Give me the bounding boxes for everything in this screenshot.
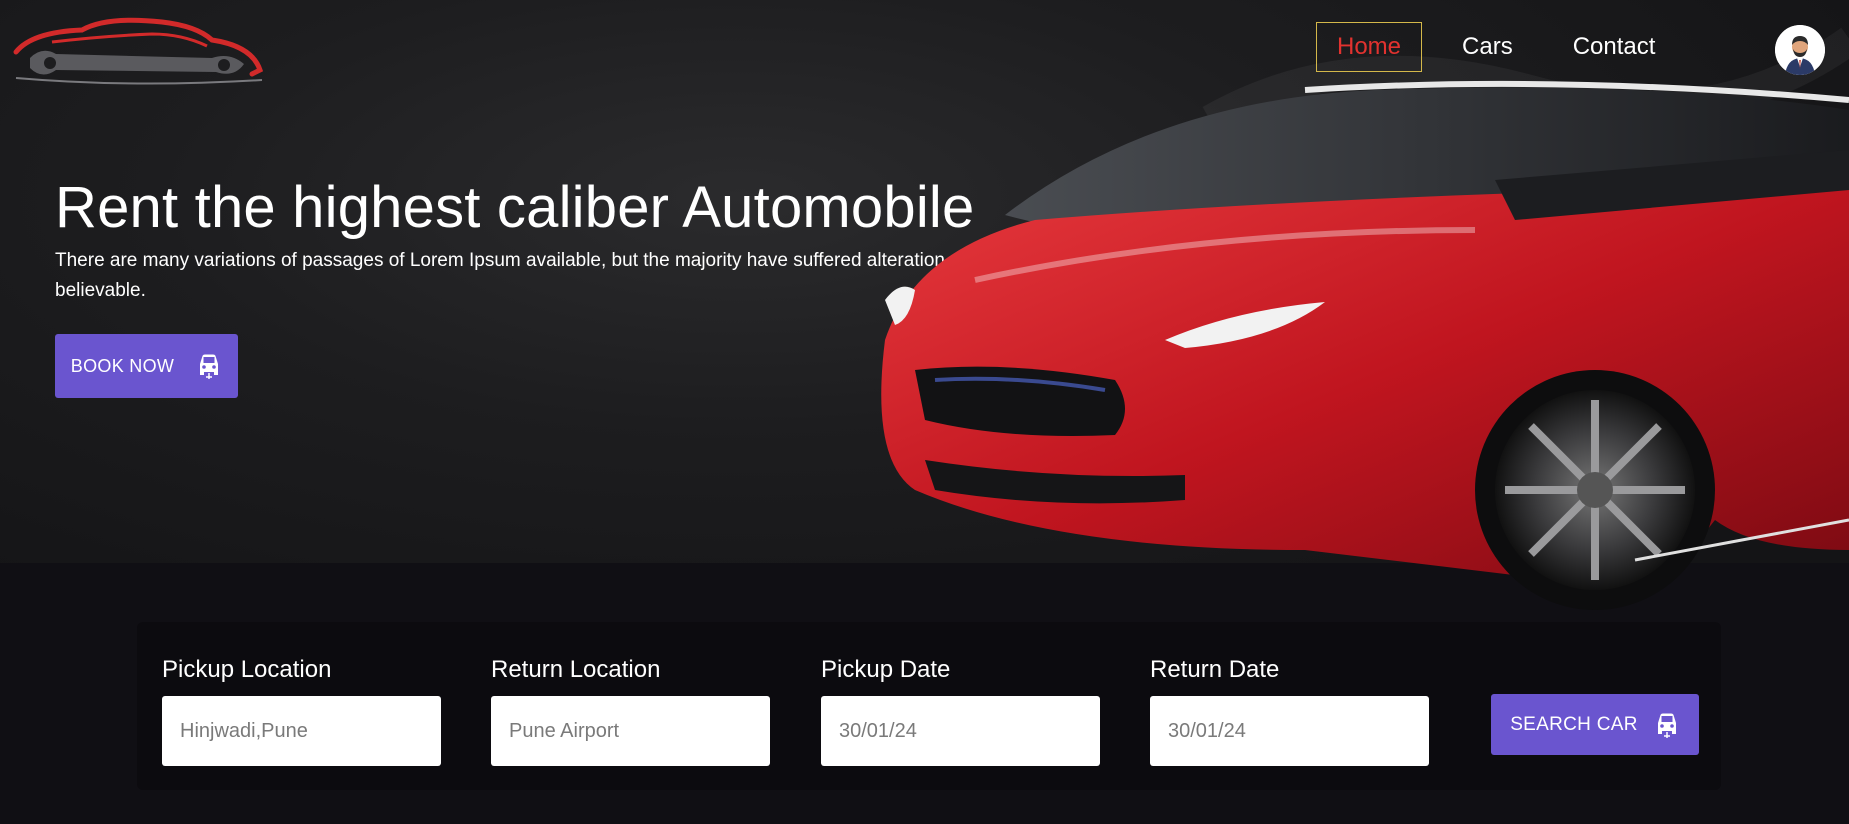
return-date-label: Return Date [1150, 656, 1280, 683]
nav-link-contact[interactable]: Contact [1553, 23, 1676, 71]
search-car-label: SEARCH CAR [1510, 713, 1638, 735]
car-wrench-logo[interactable] [12, 12, 264, 88]
search-car-button[interactable]: SEARCH CAR [1491, 694, 1699, 755]
book-now-button[interactable]: BOOK NOW [55, 334, 238, 398]
main-nav: Home Cars Contact [1316, 22, 1695, 72]
return-location-label: Return Location [491, 656, 661, 683]
pickup-location-input[interactable]: Hinjwadi,Pune [162, 696, 441, 766]
user-avatar-icon[interactable] [1775, 25, 1825, 75]
hero-title: Rent the highest caliber Automobile [55, 175, 975, 240]
return-location-input[interactable]: Pune Airport [491, 696, 770, 766]
return-date-input[interactable]: 30/01/24 [1150, 696, 1429, 766]
nav-link-cars[interactable]: Cars [1442, 23, 1533, 71]
car-front-icon [1657, 713, 1676, 738]
pickup-date-input[interactable]: 30/01/24 [821, 696, 1100, 766]
pickup-date-label: Pickup Date [821, 656, 951, 683]
pickup-location-label: Pickup Location [162, 656, 332, 683]
nav-link-home[interactable]: Home [1316, 22, 1423, 72]
book-now-label: BOOK NOW [70, 355, 175, 376]
car-front-icon [200, 354, 219, 379]
red-sports-car-image [881, 80, 1849, 610]
